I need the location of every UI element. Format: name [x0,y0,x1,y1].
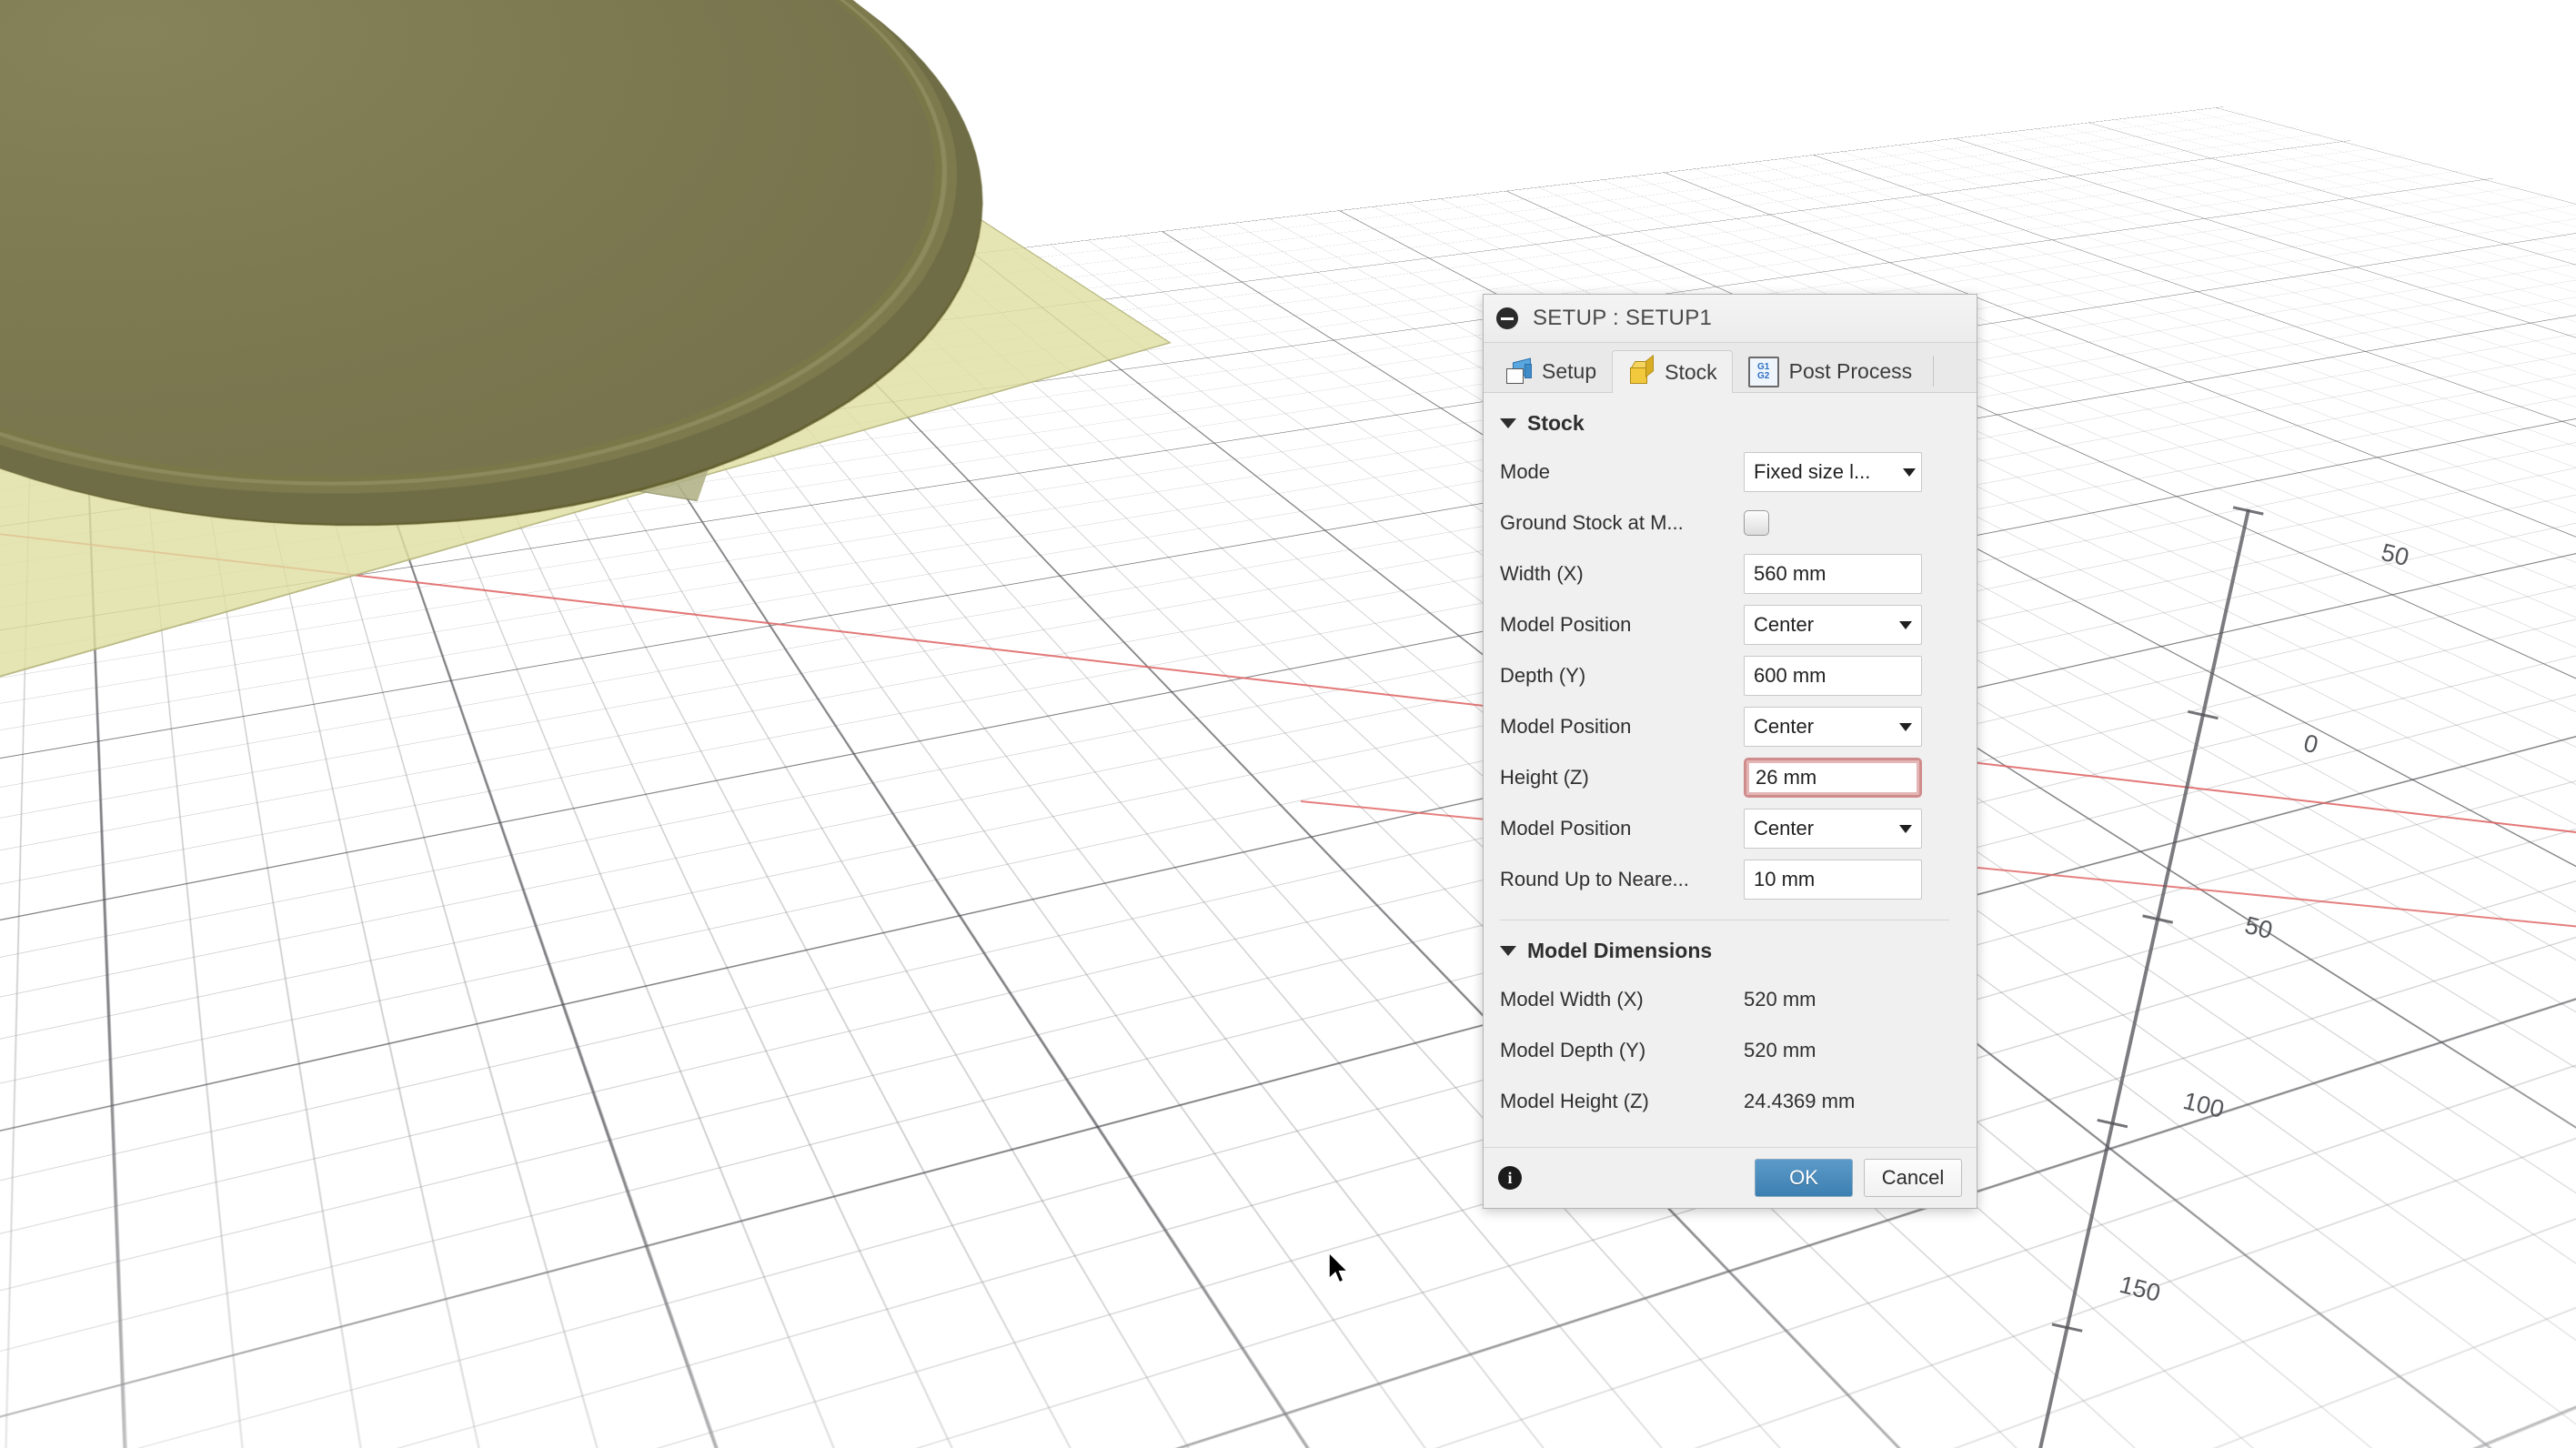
gcode-icon: G1 G2 [1747,356,1779,387]
label-height-z: Height (Z) [1500,766,1589,789]
tab-stock-label: Stock [1665,359,1717,384]
chevron-down-icon [1899,620,1912,629]
stock-group-header[interactable]: Stock [1484,393,1977,447]
cad-3d-viewport[interactable]: 50 0 50 100 150 [0,0,2576,1448]
row-mode: Mode Fixed size l... [1484,447,1977,498]
dialog-footer: i OK Cancel [1484,1147,1977,1208]
model-position-z-value: Center [1754,817,1815,840]
ok-button-label: OK [1789,1166,1818,1189]
chevron-down-icon [1500,946,1516,956]
info-icon[interactable]: i [1498,1166,1522,1190]
stock-cube-icon [1627,354,1655,386]
label-model-position-y: Model Position [1500,715,1632,738]
ok-button[interactable]: OK [1755,1159,1853,1197]
value-model-depth-y: 520 mm [1744,1039,1816,1061]
model-position-y-select[interactable]: Center [1744,707,1922,747]
tab-setup-label: Setup [1542,359,1597,383]
app-window: 50 0 50 100 150 SETUP : SETUP1 Setup Sto… [0,0,2576,1448]
model-position-x-select[interactable]: Center [1744,605,1922,645]
cancel-button[interactable]: Cancel [1864,1159,1962,1197]
label-round-up: Round Up to Neare... [1500,868,1689,890]
height-z-input[interactable]: 26 mm [1744,758,1922,798]
width-x-value: 560 mm [1754,562,1826,585]
stock-group-label: Stock [1527,411,1585,435]
ground-stock-checkbox[interactable] [1744,510,1769,536]
label-model-height-z: Model Height (Z) [1500,1090,1649,1112]
chevron-down-icon [1899,824,1912,833]
mode-select[interactable]: Fixed size l... [1744,452,1922,492]
model-position-x-value: Center [1754,613,1815,636]
model-dimensions-header[interactable]: Model Dimensions [1484,920,1977,974]
depth-y-value: 600 mm [1754,664,1826,687]
label-model-depth-y: Model Depth (Y) [1500,1039,1646,1061]
value-model-width-x: 520 mm [1744,988,1816,1011]
chevron-down-icon [1903,468,1916,477]
model-position-y-value: Center [1754,715,1815,738]
label-depth-y: Depth (Y) [1500,664,1586,687]
height-z-value: 26 mm [1756,766,1817,789]
dialog-tabs[interactable]: Setup Stock G1 G2 Post Process [1484,343,1977,393]
tab-post-process-label: Post Process [1788,359,1913,383]
label-ground-stock: Ground Stock at M... [1500,511,1684,534]
round-up-value: 10 mm [1754,868,1816,890]
collapse-icon[interactable] [1496,307,1518,329]
row-model-width-x: Model Width (X) 520 mm [1484,974,1977,1025]
tab-setup[interactable]: Setup [1489,350,1612,392]
mode-select-value: Fixed size l... [1754,460,1871,483]
value-model-height-z: 24.4369 mm [1744,1090,1856,1112]
dialog-title: SETUP : SETUP1 [1533,306,1713,330]
row-round-up: Round Up to Neare... 10 mm [1484,854,1977,905]
tab-post-process[interactable]: G1 G2 Post Process [1733,350,1928,392]
row-ground-stock: Ground Stock at M... [1484,498,1977,548]
model-dimensions-label: Model Dimensions [1527,939,1713,962]
model-position-z-select[interactable]: Center [1744,809,1922,849]
label-model-position-z: Model Position [1500,817,1632,840]
setup-orientation-icon [1504,357,1532,386]
label-model-position-x: Model Position [1500,613,1632,636]
label-width-x: Width (X) [1500,562,1584,585]
width-x-input[interactable]: 560 mm [1744,554,1922,594]
row-depth-y: Depth (Y) 600 mm [1484,650,1977,701]
cancel-button-label: Cancel [1881,1166,1945,1189]
tab-stock[interactable]: Stock [1612,350,1733,393]
row-model-height-z: Model Height (Z) 24.4369 mm [1484,1076,1977,1127]
row-height-z: Height (Z) 26 mm [1484,752,1977,803]
chevron-down-icon [1500,418,1516,428]
round-up-input[interactable]: 10 mm [1744,860,1922,900]
row-model-position-x: Model Position Center [1484,599,1977,650]
row-model-position-y: Model Position Center [1484,701,1977,752]
row-model-depth-y: Model Depth (Y) 520 mm [1484,1025,1977,1076]
row-width-x: Width (X) 560 mm [1484,548,1977,599]
dialog-header: SETUP : SETUP1 [1484,295,1977,343]
chevron-down-icon [1899,722,1912,731]
depth-y-input[interactable]: 600 mm [1744,656,1922,696]
row-model-position-z: Model Position Center [1484,803,1977,854]
label-model-width-x: Model Width (X) [1500,988,1644,1011]
setup-stock-dialog[interactable]: SETUP : SETUP1 Setup Stock G1 G2 Post Pro… [1483,294,1977,1209]
label-mode: Mode [1500,460,1551,483]
tab-divider [1933,356,1935,387]
dialog-body: Stock Mode Fixed size l... Ground Stock … [1484,393,1977,1147]
